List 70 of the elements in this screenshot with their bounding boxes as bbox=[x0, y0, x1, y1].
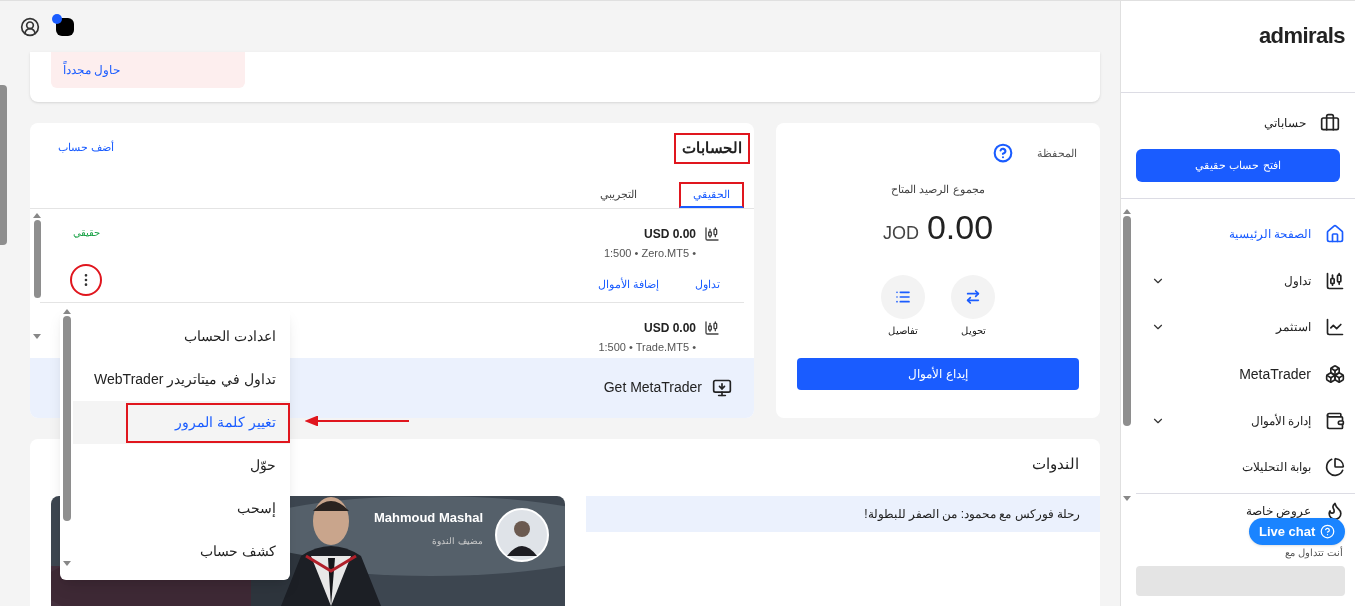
wallet-icon bbox=[1325, 410, 1345, 431]
swap-arrows-icon bbox=[965, 288, 981, 305]
download-icon bbox=[712, 377, 732, 398]
menu-item[interactable]: اعدادت الحساب bbox=[73, 315, 290, 358]
avatar bbox=[495, 507, 549, 562]
deposit-button[interactable]: إيداع الأموال bbox=[797, 357, 1079, 390]
briefcase-icon bbox=[1320, 113, 1340, 133]
pie-chart-icon bbox=[1325, 457, 1345, 478]
host-name: Mahmoud Mashal bbox=[373, 508, 483, 527]
scrollbar-thumb[interactable] bbox=[1123, 216, 1131, 426]
user-icon[interactable] bbox=[20, 16, 40, 37]
more-button[interactable] bbox=[70, 264, 102, 296]
candlestick-icon bbox=[1325, 270, 1345, 291]
wallet-label: المحفظة bbox=[1037, 145, 1077, 161]
scrollbar-thumb[interactable] bbox=[33, 220, 41, 298]
candlestick-icon bbox=[704, 226, 720, 242]
boxes-icon bbox=[1325, 364, 1345, 385]
menu-item-label: تغيير كلمة المرور bbox=[126, 402, 290, 443]
account-action-link[interactable]: تداول bbox=[695, 275, 720, 292]
menu-item-label: حوّل bbox=[250, 456, 276, 476]
menu-item-label: تداول في ميتاتريدر WebTrader bbox=[94, 370, 276, 390]
menu-item-label: اعدادت الحساب bbox=[184, 327, 276, 346]
get-metatrader-link[interactable]: Get MetaTrader bbox=[603, 377, 702, 399]
webinars-title: الندوات bbox=[1032, 454, 1079, 475]
nav-item[interactable]: استثمر bbox=[1136, 304, 1355, 351]
nav-item[interactable]: تداول bbox=[1136, 257, 1355, 305]
open-account-button[interactable]: افتح حساب حقيقي bbox=[1136, 149, 1340, 182]
chart-icon bbox=[1325, 317, 1345, 338]
scroll-up-icon[interactable] bbox=[33, 213, 41, 218]
account-action-link[interactable]: إضافة الأموال bbox=[597, 275, 659, 292]
account-details: 1:500 • Trade.MT5 • bbox=[598, 340, 696, 355]
scrollbar-thumb[interactable] bbox=[0, 85, 7, 245]
menu-item[interactable]: إسحب bbox=[73, 487, 290, 530]
flame-icon bbox=[1325, 500, 1345, 521]
account-balance: USD 0.00 bbox=[643, 226, 696, 243]
nav-item[interactable]: بوابة التحليلات bbox=[1136, 443, 1355, 491]
logo: admirals bbox=[1258, 22, 1345, 50]
nav-item[interactable]: إدارة الأموال bbox=[1136, 397, 1355, 444]
footer-text: أنت تتداول مع bbox=[1285, 545, 1343, 560]
scroll-up-icon[interactable] bbox=[1123, 209, 1131, 214]
account-details: 1:500 • Zero.MT5 • bbox=[603, 246, 696, 261]
home-icon bbox=[1325, 224, 1345, 245]
account-tab[interactable]: التجريبي bbox=[586, 181, 651, 208]
add-account-link[interactable]: أضف حساب bbox=[58, 139, 115, 156]
accounts-title: الحسابات bbox=[674, 133, 750, 164]
currency-code: JOD bbox=[882, 221, 919, 245]
account-status: حقيقي bbox=[72, 226, 100, 240]
account-tab[interactable]: الحقيقي bbox=[679, 181, 744, 208]
host-role: مضيف الندوة bbox=[432, 535, 483, 548]
menu-item-label: كشف حساب bbox=[200, 542, 276, 561]
nav-item[interactable]: الصفحة الرئيسية bbox=[1136, 211, 1355, 258]
balance-caption: مجموع الرصيد المتاح bbox=[891, 182, 985, 198]
live-chat-button[interactable]: Live chat bbox=[1249, 518, 1346, 545]
candlestick-icon bbox=[704, 320, 720, 336]
nav-item[interactable]: MetaTrader bbox=[1136, 350, 1355, 398]
balance-amount: 0.00 bbox=[926, 206, 994, 248]
help-icon[interactable] bbox=[993, 143, 1013, 163]
account-balance: USD 0.00 bbox=[643, 320, 696, 337]
scrollbar-thumb[interactable] bbox=[62, 316, 71, 521]
scroll-down-icon[interactable] bbox=[1123, 496, 1131, 501]
scroll-down-icon[interactable] bbox=[33, 334, 41, 339]
retry-link[interactable]: حاول مجدداً bbox=[63, 61, 121, 79]
help-icon bbox=[1320, 524, 1336, 539]
menu-item[interactable]: كشف حساب bbox=[73, 530, 290, 573]
menu-item[interactable]: حوّل bbox=[73, 444, 290, 487]
menu-item-label: إسحب bbox=[237, 499, 276, 519]
scroll-up-icon[interactable] bbox=[62, 309, 71, 314]
menu-item[interactable]: تداول في ميتاتريدر WebTrader bbox=[73, 358, 290, 401]
my-accounts-link[interactable]: حساباتي bbox=[1264, 114, 1306, 132]
webinar-session[interactable]: رحلة فوركس مع محمود: من الصفر للبطولة! bbox=[586, 495, 1100, 532]
